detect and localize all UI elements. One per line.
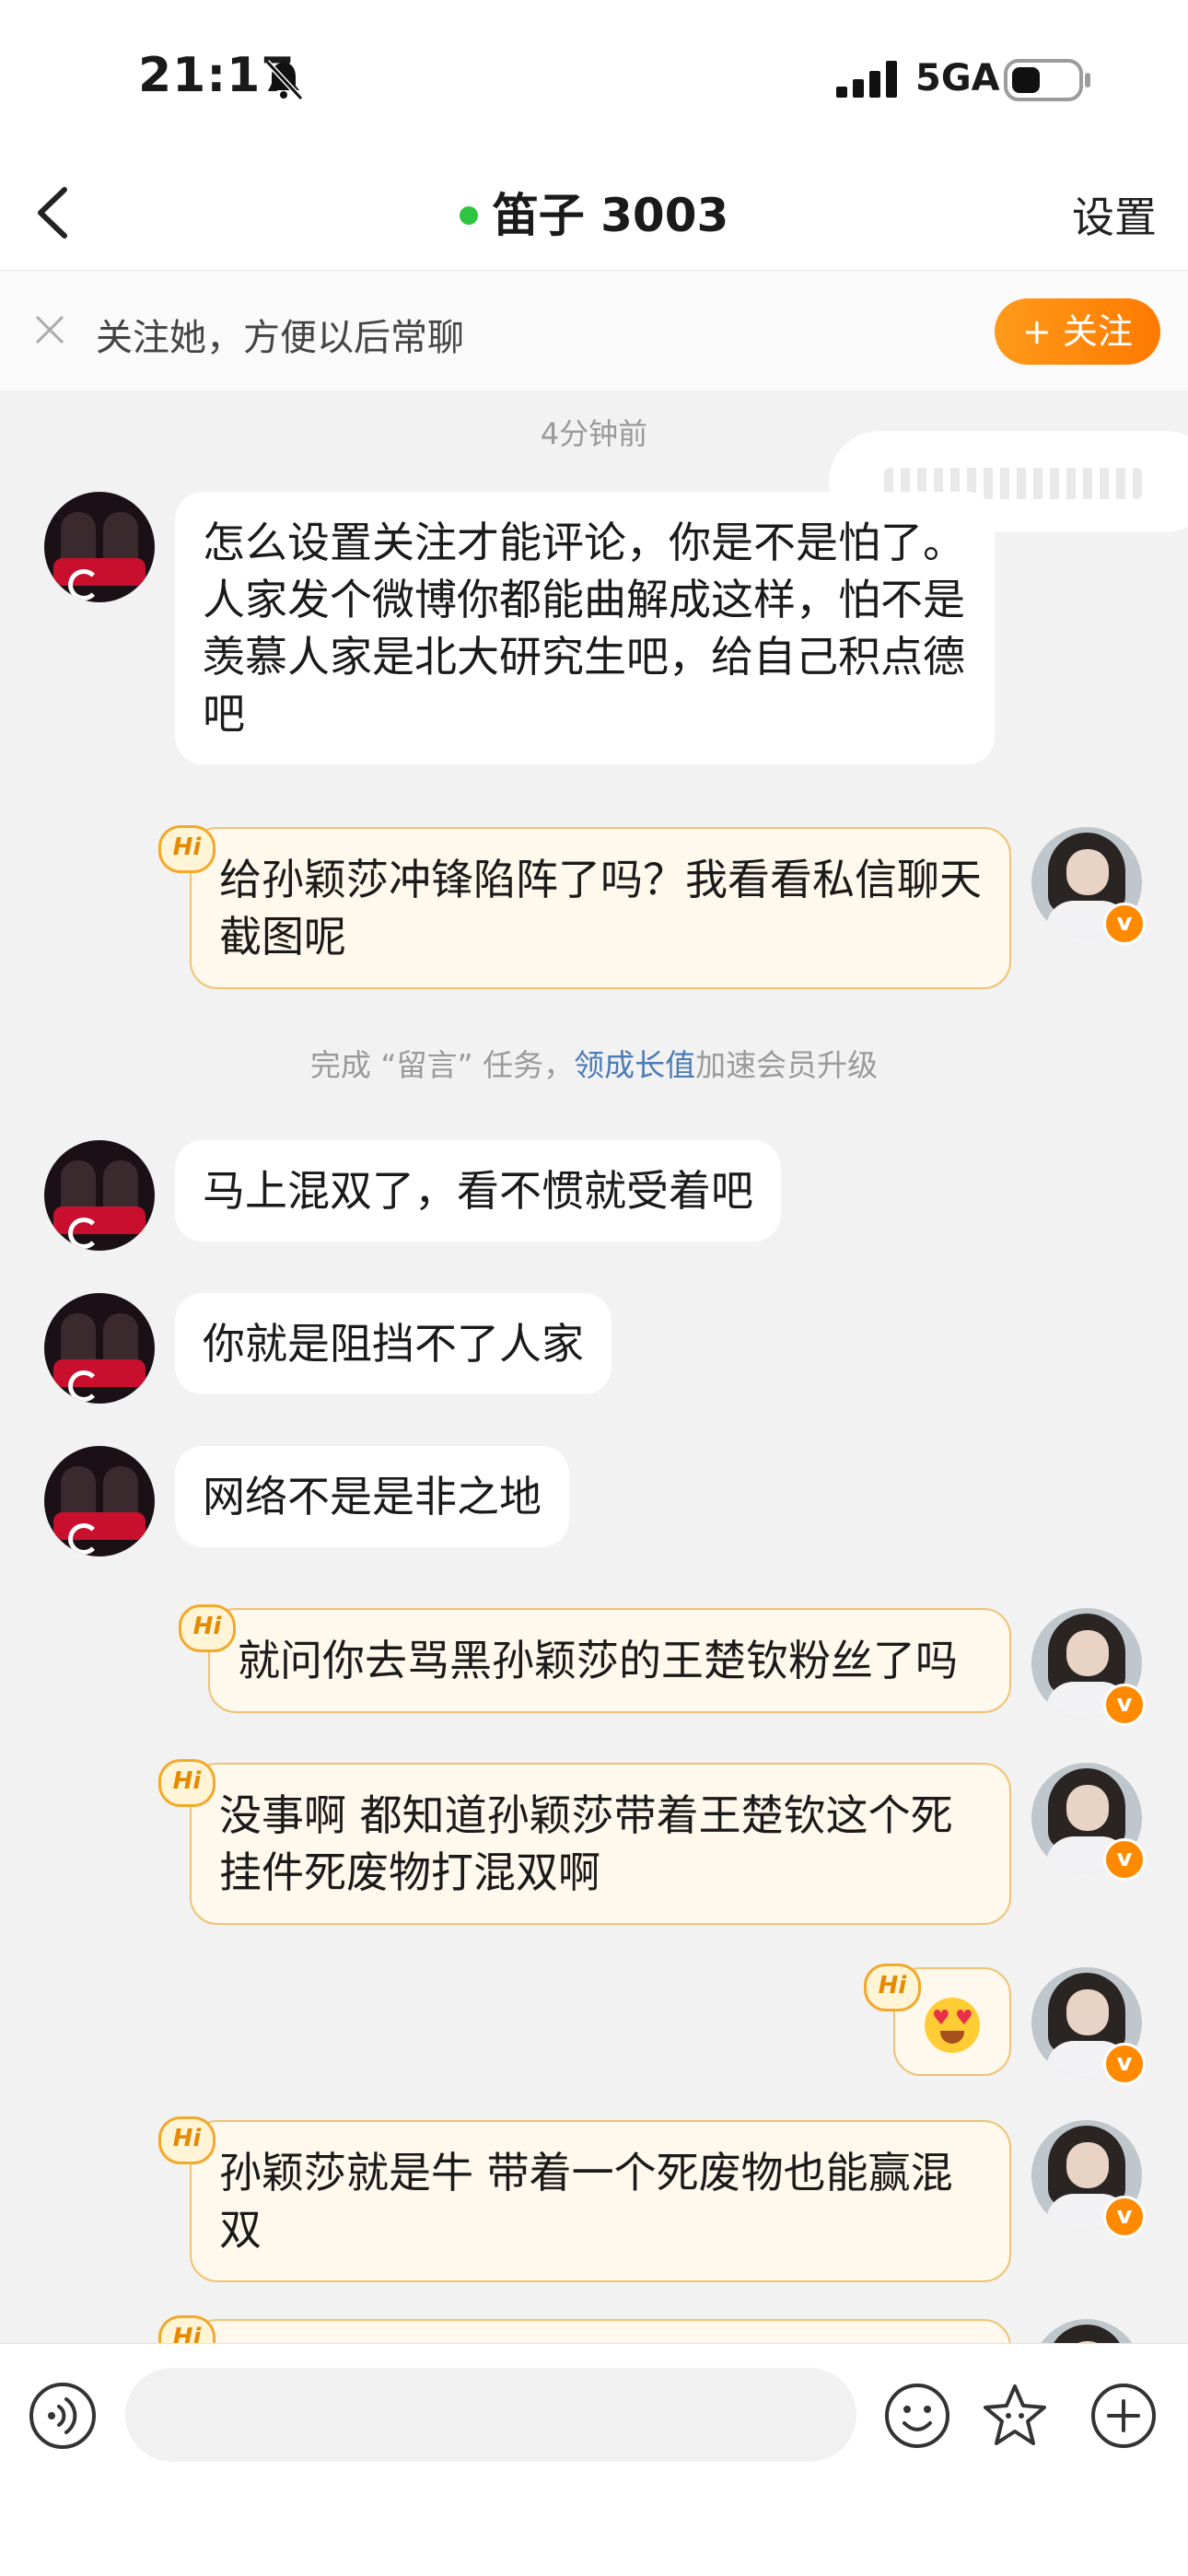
hi-badge: Hi	[158, 2116, 215, 2164]
contact-avatar[interactable]	[44, 1293, 155, 1404]
message-bubble-out-partial[interactable]	[190, 2319, 1011, 2343]
contact-avatar[interactable]	[44, 492, 155, 602]
hi-badge: Hi	[158, 1759, 215, 1807]
nav-bar: 笛子 3003 设置	[0, 157, 1188, 271]
sticker-icon[interactable]	[980, 2381, 1050, 2451]
message-bubble-out[interactable]: 给孙颖莎冲锋陷阵了吗？我看看私信聊天截图呢	[190, 827, 1011, 989]
add-icon[interactable]	[1089, 2381, 1159, 2451]
message-bubble-in[interactable]: 你就是阻挡不了人家	[175, 1293, 611, 1394]
system-notice: 完成 “留言” 任务，领成长值加速会员升级	[0, 1041, 1188, 1085]
message-bubble-in[interactable]: 网络不是是非之地	[175, 1446, 569, 1547]
contact-name: 笛子 3003	[492, 189, 729, 242]
hi-badge: Hi	[179, 1604, 236, 1652]
contact-avatar[interactable]	[44, 1446, 155, 1556]
heart-eyes-emoji-icon: ♥ ♥	[925, 1997, 980, 2053]
vip-badge: v	[1103, 1684, 1146, 1726]
message-bubble-in[interactable]: 马上混双了，看不惯就受着吧	[175, 1140, 781, 1241]
message-input[interactable]	[125, 2368, 856, 2462]
online-status-dot	[459, 205, 478, 225]
message-bubble-in[interactable]: 怎么设置关注才能评论，你是不是怕了。人家发个微博你都能曲解成这样，怕不是羡慕人家…	[175, 492, 995, 764]
vip-badge: v	[1103, 1838, 1146, 1881]
notice-suffix: 加速会员升级	[695, 1047, 879, 1083]
message-bubble-out[interactable]: 就问你去骂黑孙颖莎的王楚钦粉丝了吗	[208, 1608, 1011, 1713]
hi-badge: Hi	[158, 2315, 215, 2343]
message-input-bar	[0, 2343, 1188, 2576]
status-bar: 21:17 5GA	[0, 0, 1188, 157]
vip-badge: v	[1103, 2196, 1146, 2238]
close-icon[interactable]	[31, 311, 68, 348]
message-bubble-out[interactable]: 孙颖莎就是牛 带着一个死废物也能赢混双	[190, 2120, 1011, 2282]
network-label: 5GA	[915, 57, 1000, 99]
voice-input-icon[interactable]	[28, 2381, 98, 2451]
settings-button[interactable]: 设置	[1072, 184, 1157, 245]
follow-button[interactable]: + 关注	[995, 298, 1160, 365]
follow-prompt-text: 关注她，方便以后常聊	[96, 317, 464, 359]
hi-badge: Hi	[864, 1964, 921, 2011]
battery-icon	[1004, 59, 1090, 101]
chat-area[interactable]: 4分钟前 怎么设置关注才能评论，你是不是怕了。人家发个微博你都能曲解成这样，怕不…	[0, 390, 1188, 2343]
vip-badge: v	[1103, 903, 1146, 945]
chat-title: 笛子 3003	[0, 179, 1188, 245]
follow-banner: 关注她，方便以后常聊 + 关注	[0, 271, 1188, 390]
growth-value-link[interactable]: 领成长值	[574, 1047, 695, 1083]
hi-badge: Hi	[158, 825, 215, 873]
bell-muted-icon	[264, 59, 304, 101]
signal-icon	[836, 61, 897, 98]
emoji-icon[interactable]	[882, 2381, 952, 2451]
vip-badge: v	[1103, 2043, 1146, 2085]
notice-prefix: 完成 “留言” 任务，	[309, 1047, 575, 1083]
message-bubble-out[interactable]: 没事啊 都知道孙颖莎带着王楚钦这个死挂件死废物打混双啊	[190, 1763, 1011, 1925]
my-avatar[interactable]	[1031, 2319, 1142, 2343]
contact-avatar[interactable]	[44, 1140, 155, 1251]
